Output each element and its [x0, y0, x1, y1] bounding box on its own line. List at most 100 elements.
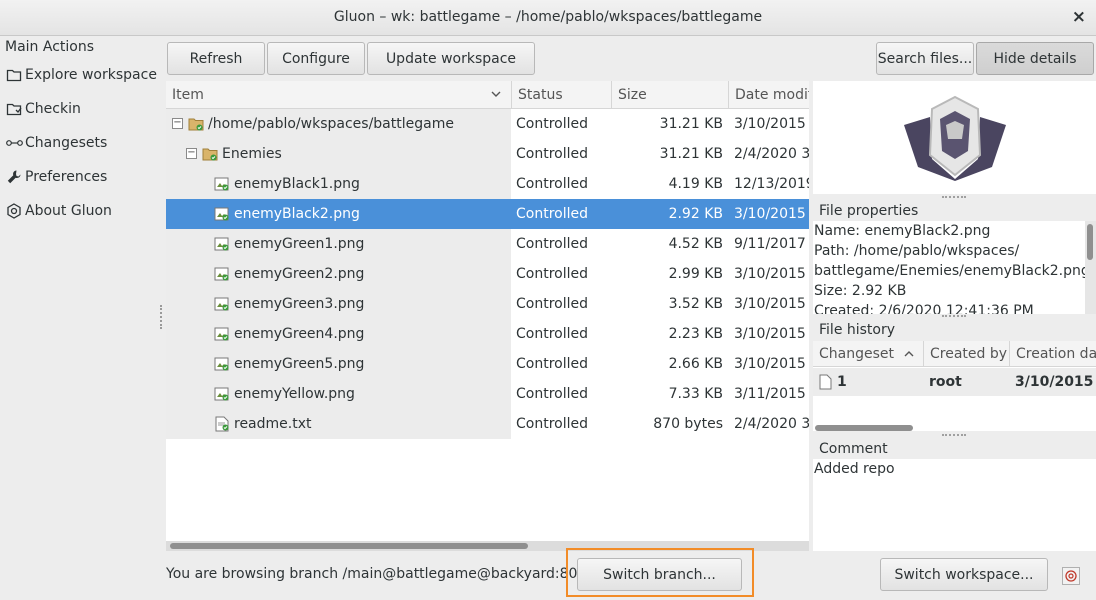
pane-splitter[interactable]	[160, 305, 164, 329]
sidebar-item-label: Explore workspace	[25, 67, 157, 83]
collapse-icon[interactable]: −	[186, 148, 197, 159]
tree-item-name: enemyGreen4.png	[234, 326, 365, 342]
tree-item-size: 31.21 KB	[659, 146, 723, 162]
tree-row[interactable]: enemyYellow.png Controlled 7.33 KB 3/11/201…	[166, 379, 809, 409]
chevron-down-icon[interactable]	[490, 88, 502, 104]
history-date: 3/10/2015	[1015, 374, 1094, 390]
history-column-created-by[interactable]: Created by	[923, 341, 1009, 367]
sidebar: Main Actions Explore workspace Checkin C…	[0, 36, 160, 600]
search-files-button[interactable]: Search files...	[876, 42, 974, 75]
history-splitter[interactable]	[942, 315, 966, 319]
gluon-logo-icon	[6, 203, 24, 219]
sidebar-item-changesets[interactable]: Changesets	[6, 131, 158, 155]
tree-item-cell[interactable]: − /home/pablo/wkspaces/battlegame	[166, 109, 511, 139]
close-icon[interactable]: ×	[1072, 7, 1086, 27]
chevron-up-icon[interactable]	[903, 348, 915, 364]
tree-item-name: enemyBlack1.png	[234, 176, 360, 192]
wrench-icon	[6, 169, 24, 185]
changesets-icon	[6, 135, 24, 151]
update-workspace-button[interactable]: Update workspace	[367, 42, 535, 75]
spaceship-preview-image	[904, 95, 1006, 181]
tree-item-cell[interactable]: enemyBlack2.png	[166, 199, 511, 229]
history-header: Changeset Created by Creation dat	[813, 341, 1096, 367]
tree-item-cell[interactable]: − Enemies	[166, 139, 511, 169]
refresh-button[interactable]: Refresh	[167, 42, 265, 75]
tree-item-cell[interactable]: enemyBlack1.png	[166, 169, 511, 199]
history-row[interactable]: 1 root 3/10/2015	[813, 368, 1096, 396]
hide-details-button[interactable]: Hide details	[976, 42, 1094, 75]
properties-scrollbar[interactable]	[1085, 221, 1096, 314]
tree-item-date: 3/10/2015	[734, 326, 806, 342]
comment-splitter[interactable]	[942, 434, 966, 438]
image-file-icon	[214, 206, 230, 222]
sidebar-item-about-gluon[interactable]: About Gluon	[6, 199, 158, 223]
history-scroll-thumb[interactable]	[815, 425, 913, 431]
tree-item-size: 2.99 KB	[668, 266, 723, 282]
tree-item-date: 2/4/2020 3	[734, 146, 809, 162]
tree-item-status: Controlled	[516, 356, 588, 372]
text-file-icon	[214, 416, 230, 432]
sidebar-item-label: About Gluon	[25, 203, 112, 219]
tree-item-name: enemyGreen2.png	[234, 266, 365, 282]
tree-item-date: 12/13/2019	[734, 176, 809, 192]
tree-item-cell[interactable]: enemyGreen3.png	[166, 289, 511, 319]
image-file-icon	[214, 176, 230, 192]
tree-item-status: Controlled	[516, 386, 588, 402]
image-file-icon	[214, 326, 230, 342]
tree-item-date: 3/10/2015	[734, 296, 806, 312]
property-size: Size: 2.92 KB	[814, 283, 907, 299]
tree-item-size: 4.19 KB	[668, 176, 723, 192]
column-header-date[interactable]: Date modifi	[728, 81, 809, 109]
tree-item-status: Controlled	[516, 266, 588, 282]
switch-workspace-button[interactable]: Switch workspace...	[880, 558, 1048, 591]
file-history-table[interactable]: Changeset Created by Creation dat 1 root…	[813, 341, 1096, 431]
sidebar-item-checkin[interactable]: Checkin	[6, 97, 158, 121]
help-icon[interactable]	[1062, 567, 1080, 585]
tree-item-cell[interactable]: enemyGreen5.png	[166, 349, 511, 379]
tree-scroll-thumb[interactable]	[170, 543, 528, 549]
sidebar-item-explore-workspace[interactable]: Explore workspace	[6, 63, 158, 87]
tree-item-cell[interactable]: enemyGreen2.png	[166, 259, 511, 289]
column-header-item[interactable]: Item	[166, 81, 511, 109]
history-changeset: 1	[837, 374, 847, 390]
tree-item-date: 3/10/2015	[734, 116, 806, 132]
tree-row[interactable]: enemyBlack1.png Controlled 4.19 KB 12/13/20…	[166, 169, 809, 199]
configure-button[interactable]: Configure	[267, 42, 365, 75]
tree-item-status: Controlled	[516, 416, 588, 432]
column-header-status[interactable]: Status	[511, 81, 611, 109]
tree-item-cell[interactable]: enemyGreen1.png	[166, 229, 511, 259]
tree-item-status: Controlled	[516, 146, 588, 162]
file-properties: Name: enemyBlack2.png Path: /home/pablo/…	[813, 221, 1085, 314]
tree-row[interactable]: − Enemies Controlled 31.21 KB 2/4/2020 3	[166, 139, 809, 169]
tree-row[interactable]: enemyBlack2.png Controlled 2.92 KB 3/10/201…	[166, 199, 809, 229]
details-splitter[interactable]	[942, 196, 966, 200]
tree-item-status: Controlled	[516, 326, 588, 342]
tree-item-name: readme.txt	[234, 416, 312, 432]
tree-item-cell[interactable]: readme.txt	[166, 409, 511, 439]
tree-item-date: 3/10/2015	[734, 356, 806, 372]
tree-item-size: 7.33 KB	[668, 386, 723, 402]
tree-item-name: enemyYellow.png	[234, 386, 355, 402]
image-file-icon	[214, 296, 230, 312]
history-column-creation-date[interactable]: Creation dat	[1009, 341, 1096, 367]
workspace-tree[interactable]: Item Status Size Date modifi − /home/pabl…	[166, 81, 809, 551]
property-created: Created: 2/6/2020 12:41:36 PM	[814, 303, 1034, 314]
controlled-folder-icon	[188, 116, 204, 132]
tree-item-size: 4.52 KB	[668, 236, 723, 252]
tree-row[interactable]: − /home/pablo/wkspaces/battlegame Controll…	[166, 109, 809, 139]
tree-row[interactable]: enemyGreen5.png Controlled 2.66 KB 3/10/201…	[166, 349, 809, 379]
tree-item-cell[interactable]: enemyGreen4.png	[166, 319, 511, 349]
column-header-size[interactable]: Size	[611, 81, 728, 109]
tree-row[interactable]: enemyGreen2.png Controlled 2.99 KB 3/10/201…	[166, 259, 809, 289]
tree-item-cell[interactable]: enemyYellow.png	[166, 379, 511, 409]
tree-item-size: 870 bytes	[653, 416, 723, 432]
comment-text: Added repo	[813, 459, 1096, 551]
sidebar-item-preferences[interactable]: Preferences	[6, 165, 158, 189]
tree-item-size: 2.23 KB	[668, 326, 723, 342]
tree-row[interactable]: readme.txt Controlled 870 bytes 2/4/2020 3	[166, 409, 809, 439]
tree-row[interactable]: enemyGreen3.png Controlled 3.52 KB 3/10/201…	[166, 289, 809, 319]
tree-row[interactable]: enemyGreen4.png Controlled 2.23 KB 3/10/201…	[166, 319, 809, 349]
file-history-title: File history	[819, 322, 896, 338]
tree-row[interactable]: enemyGreen1.png Controlled 4.52 KB 9/11/201…	[166, 229, 809, 259]
collapse-icon[interactable]: −	[172, 118, 183, 129]
